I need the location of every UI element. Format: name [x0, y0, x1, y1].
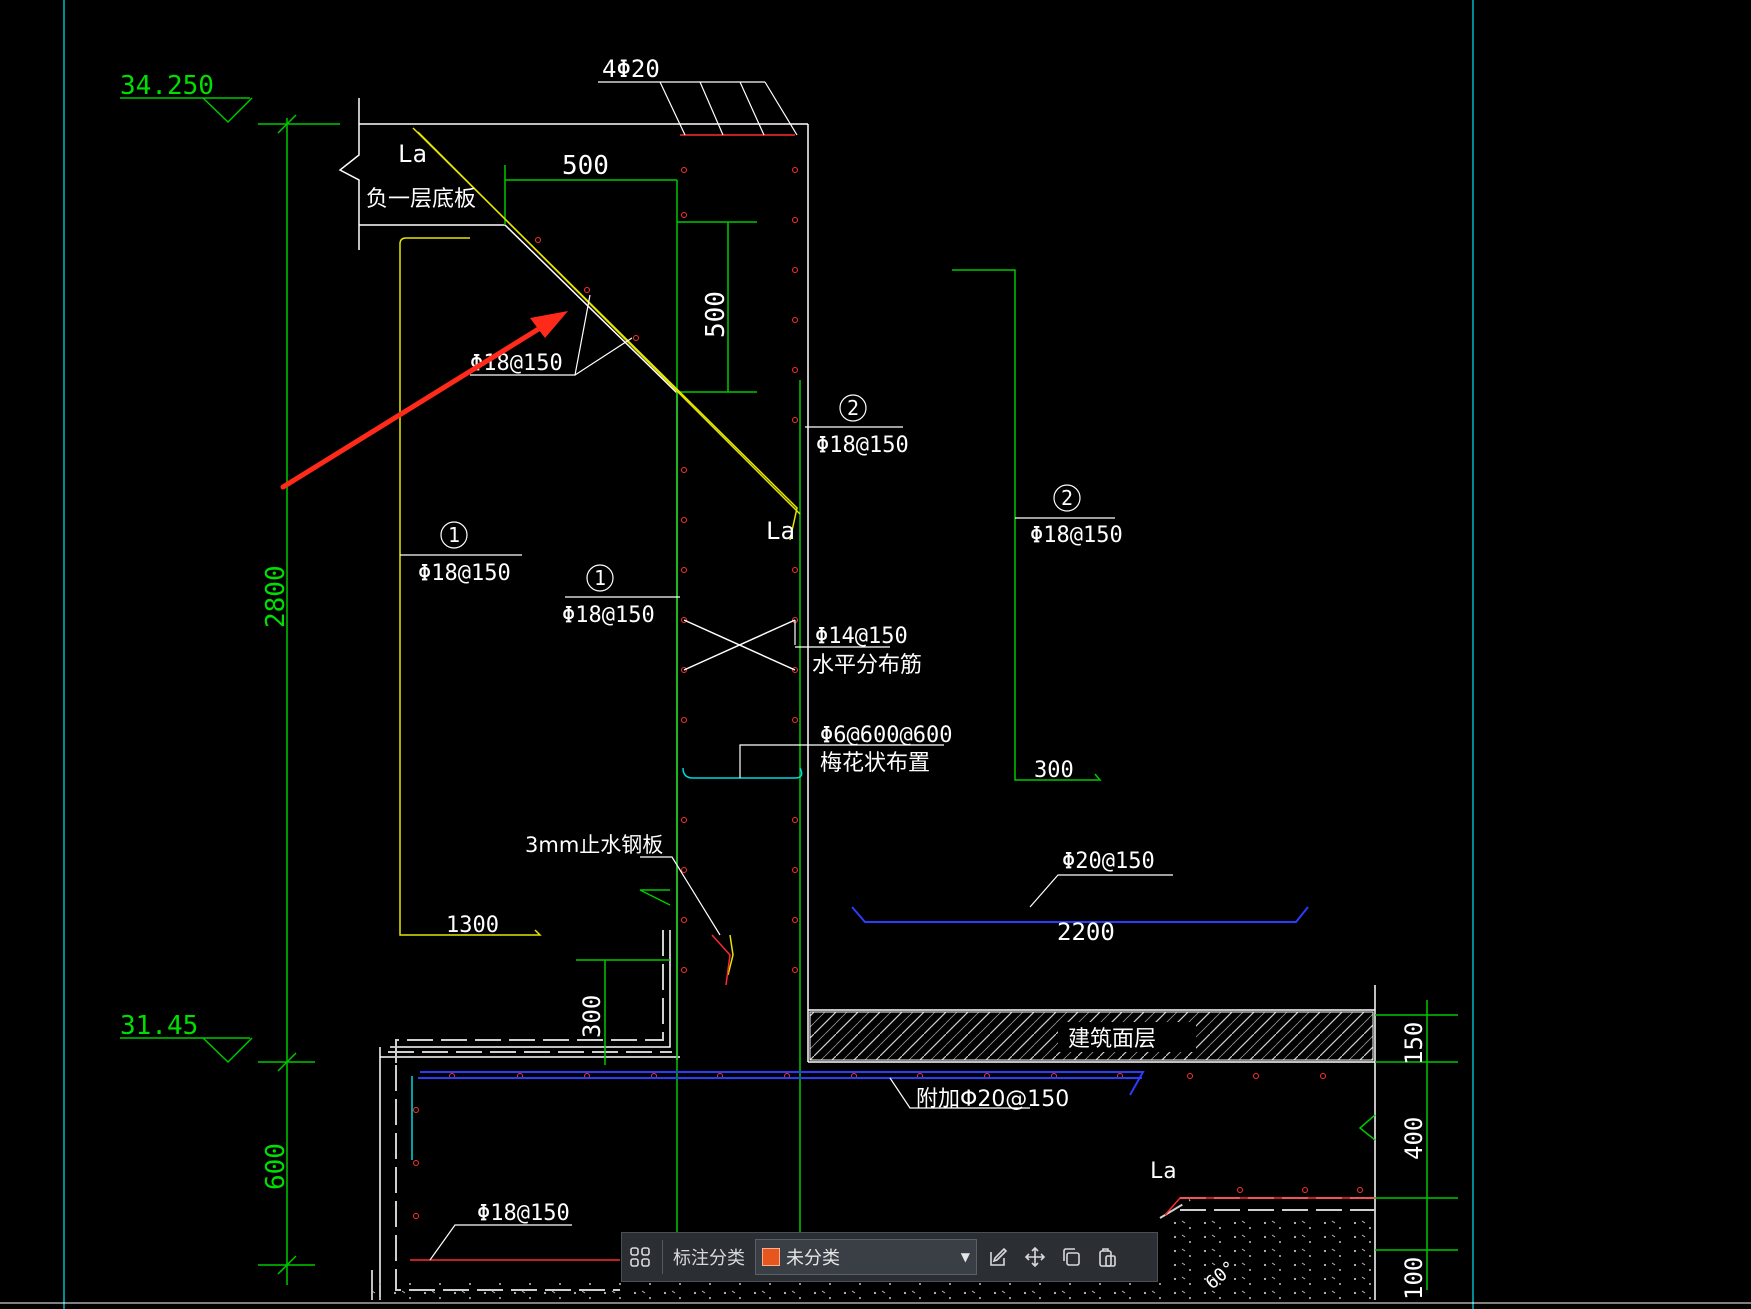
rebar-red — [410, 134, 1375, 1261]
label-bar2b-spec: Φ18@150 — [1030, 523, 1123, 548]
label-anchorage-bottom: La — [1150, 1159, 1177, 1184]
bar-mark-1b: 1 — [594, 566, 606, 590]
label-bar1-spec: Φ18@150 — [418, 561, 511, 586]
category-label: 标注分类 — [673, 1248, 745, 1269]
elevation-mid-text: 31.45 — [120, 1011, 198, 1041]
label-horiz-bar: Φ14@150 — [815, 624, 908, 649]
label-water-stop: 3mm止水钢板 — [525, 833, 663, 857]
label-top-bars: 4Φ20 — [602, 55, 660, 83]
copy-icon[interactable] — [1053, 1239, 1089, 1275]
dim-kicker-height: 300 — [578, 995, 606, 1038]
label-bar2-spec: Φ18@150 — [816, 433, 909, 458]
bar-marks — [440, 394, 1081, 592]
dimension-left — [258, 114, 340, 1285]
label-base-bar: Φ18@150 — [477, 1201, 570, 1226]
red-arrow-annotation — [280, 311, 568, 490]
paste-icon[interactable] — [1089, 1239, 1125, 1275]
dim-haunch-height: 500 — [701, 291, 731, 338]
elevation-marker-mid: 31.45 — [120, 1011, 253, 1064]
dim-bottom-bar-length: 2200 — [1057, 918, 1115, 946]
bar-mark-2a: 2 — [847, 396, 859, 420]
category-color-swatch — [762, 1248, 780, 1266]
dim-layer-400: 400 — [1400, 1117, 1428, 1160]
category-dropdown[interactable]: 未分类 ▼ — [755, 1239, 977, 1275]
label-additional-bar: 附加Φ20@150 — [916, 1087, 1069, 1112]
annotation-toolbar: 标注分类 未分类 ▼ — [621, 1232, 1158, 1282]
dim-layer-150: 150 — [1400, 1022, 1428, 1065]
dim-slab-width: 500 — [562, 151, 609, 181]
cross-ties — [683, 619, 796, 671]
label-tie-bar-desc: 梅花状布置 — [820, 751, 930, 776]
edit-icon[interactable] — [981, 1239, 1017, 1275]
dim-wall-height: 2800 — [261, 565, 291, 628]
structure-outline — [338, 98, 1376, 1300]
finish-layer-text: 建筑面层 — [1068, 1027, 1156, 1052]
label-horiz-bar-desc: 水平分布筋 — [812, 653, 922, 678]
move-icon[interactable] — [1017, 1239, 1053, 1275]
bar-mark-1a: 1 — [448, 523, 460, 547]
dim-layer-100: 100 — [1400, 1257, 1428, 1300]
rebar-blue — [418, 906, 1309, 1096]
label-anchorage-mid: La — [766, 517, 795, 545]
leader-lines — [400, 81, 1173, 1261]
rebar-cyan — [411, 767, 803, 1160]
toolbar-divider — [662, 1240, 663, 1274]
elevation-marker-top: 34.250 — [120, 71, 253, 124]
grid-apps-icon[interactable] — [622, 1239, 658, 1275]
label-bar1b-spec: Φ18@150 — [562, 603, 655, 628]
elevation-top-text: 34.250 — [120, 71, 214, 101]
chevron-down-icon: ▼ — [960, 1250, 970, 1264]
dim-right-bar-length: 300 — [1034, 758, 1074, 783]
label-tie-bar: Φ6@600@600 — [820, 723, 952, 748]
label-bottom-bar: Φ20@150 — [1062, 849, 1155, 874]
dim-base-height: 600 — [261, 1143, 291, 1190]
dim-left-bar-length: 1300 — [446, 913, 499, 938]
bar-mark-2b: 2 — [1061, 486, 1073, 510]
label-floor-slab: 负一层底板 — [366, 187, 476, 212]
category-selected-value: 未分类 — [786, 1248, 840, 1269]
label-anchorage-top: La — [398, 140, 427, 168]
base-concrete-right — [1170, 1220, 1375, 1280]
cad-drawing-canvas[interactable]: 34.250 31.45 2800 600 建筑面层 500 500 300 1… — [0, 0, 1751, 1309]
